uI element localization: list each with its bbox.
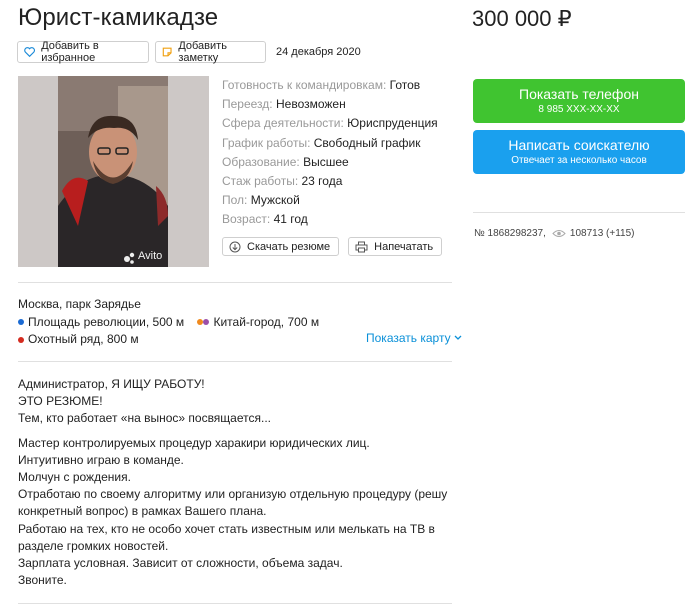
description-paragraph: Администратор, Я ИЩУ РАБОТУ! ЭТО РЕЗЮМЕ!… — [18, 377, 271, 426]
write-label: Написать соискателю — [508, 137, 650, 153]
page-title: Юрист-камикадзе — [18, 4, 219, 31]
metro-name: Охотный ряд, — [28, 332, 104, 346]
avito-watermark: Avito — [138, 250, 163, 262]
divider — [18, 603, 452, 604]
param-row: Переезд: Невозможен — [222, 95, 438, 114]
param-key: Сфера деятельности: — [222, 116, 344, 131]
response-time: Отвечает за несколько часов — [511, 155, 647, 166]
metro-name: Китай-город, — [213, 314, 285, 329]
metro-station: Охотный ряд, 800 м — [18, 331, 139, 348]
param-key: Готовность к командировкам: — [222, 78, 387, 92]
metro-line-dot — [18, 319, 24, 325]
param-value: Готов — [389, 78, 421, 92]
download-icon — [229, 241, 241, 252]
add-to-favorites-button[interactable]: Добавить в избранное — [17, 40, 149, 64]
metro-distance: 700 м — [287, 314, 320, 329]
download-resume-button[interactable]: Скачать резюме — [222, 237, 340, 256]
metro-line-dot — [18, 336, 24, 343]
write-to-candidate-button[interactable]: Написать соискателю Отвечает за нескольк… — [473, 130, 685, 174]
metro-distance: 800 м — [106, 332, 139, 346]
metro-station: Площадь революции, 500 м — [18, 314, 184, 331]
param-value: Свободный график — [313, 135, 421, 150]
print-button[interactable]: Напечатать — [348, 237, 443, 256]
param-key: Образование: — [222, 154, 300, 169]
view-count: 108713 (+115) — [569, 228, 635, 239]
printer-icon — [355, 241, 368, 252]
metro-station: Китай-город, 700 м — [197, 314, 319, 331]
download-label: Скачать резюме — [247, 240, 331, 253]
description: Администратор, Я ИЩУ РАБОТУ! ЭТО РЕЗЮМЕ!… — [18, 376, 458, 596]
resume-params: Готовность к командировкам: Готов Переез… — [222, 76, 438, 230]
person-photo-image — [18, 76, 209, 267]
divider — [18, 361, 452, 362]
param-value: Высшее — [303, 154, 349, 169]
param-key: Возраст: — [222, 212, 271, 227]
param-row: Стаж работы: 23 года — [222, 172, 438, 191]
param-value: 23 года — [301, 174, 343, 189]
ad-number: № 1868298237, — [474, 228, 546, 239]
eye-icon — [552, 230, 566, 237]
metro-name: Площадь революции, — [28, 314, 150, 329]
address: Москва, парк Зарядье — [18, 297, 141, 311]
param-key: График работы: — [222, 135, 311, 150]
show-phone-button[interactable]: Показать телефон 8 985 XXX-XX-XX — [473, 79, 685, 123]
param-row: Образование: Высшее — [222, 153, 438, 172]
note-label: Добавить заметку — [178, 40, 227, 64]
chevron-down-icon — [454, 335, 462, 340]
param-key: Переезд: — [222, 97, 273, 112]
publish-date: 24 декабря 2020 — [276, 46, 361, 58]
param-value: Юриспруденция — [347, 116, 438, 131]
resume-actions: Скачать резюме Напечатать — [222, 237, 443, 256]
metro-line-dot — [203, 319, 210, 325]
heart-icon — [24, 47, 35, 58]
phone-masked: 8 985 XXX-XX-XX — [538, 104, 620, 115]
param-row: Готовность к командировкам: Готов — [222, 76, 438, 95]
show-map-link[interactable]: Показать карту — [366, 331, 462, 345]
param-value: 41 год — [273, 212, 308, 227]
note-icon — [162, 47, 172, 57]
divider — [473, 212, 685, 213]
price: 300 000 ₽ — [472, 6, 572, 31]
param-row: Возраст: 41 год — [222, 210, 438, 229]
print-label: Напечатать — [374, 240, 434, 253]
metro-distance: 500 м — [152, 314, 185, 329]
location-block: Москва, парк Зарядье Площадь революции, … — [18, 296, 319, 348]
description-paragraph: Мастер контролируемых процедур харакири … — [18, 435, 448, 588]
param-row: Пол: Мужской — [222, 191, 438, 210]
show-phone-label: Показать телефон — [519, 86, 639, 102]
param-key: Пол: — [222, 193, 248, 208]
param-value: Невозможен — [275, 97, 346, 112]
show-map-label: Показать карту — [366, 331, 451, 345]
param-row: График работы: Свободный график — [222, 134, 438, 153]
param-value: Мужской — [250, 193, 300, 208]
ad-stats: № 1868298237, 108713 (+115) — [474, 228, 635, 239]
add-note-button[interactable]: Добавить заметку — [155, 40, 266, 64]
resume-photo[interactable]: Avito — [18, 76, 209, 267]
favorite-label: Добавить в избранное — [41, 40, 99, 64]
divider — [18, 282, 452, 283]
param-key: Стаж работы: — [222, 174, 299, 189]
param-row: Сфера деятельности: Юриспруденция — [222, 114, 438, 133]
